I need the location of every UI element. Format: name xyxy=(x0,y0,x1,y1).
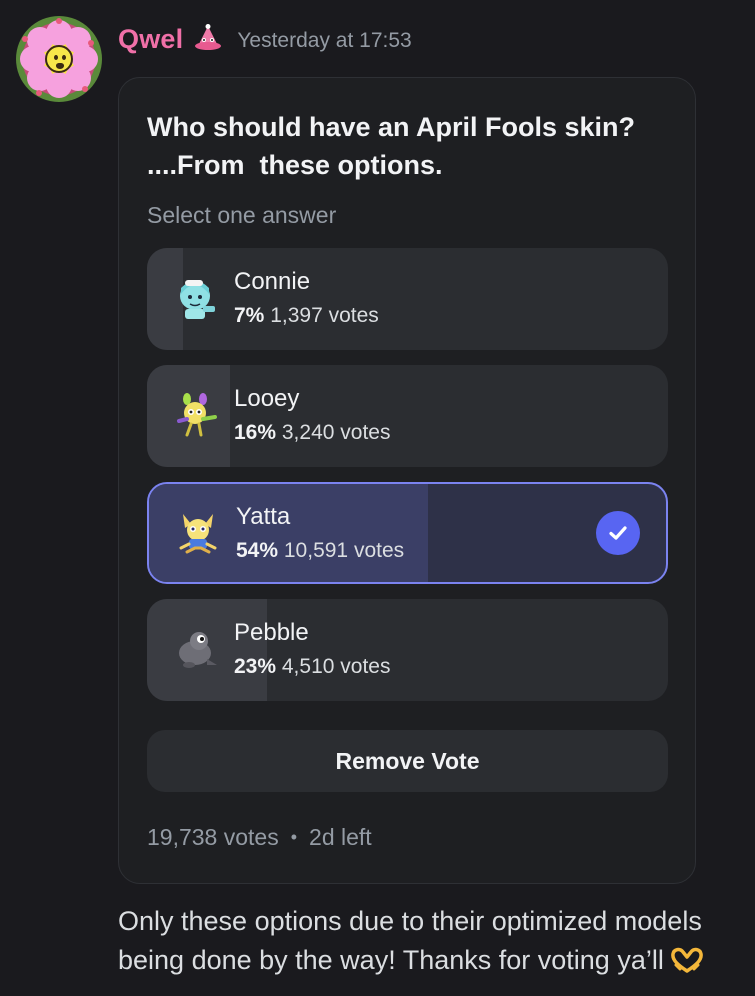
connie-emoji-icon xyxy=(173,274,221,322)
poll-option-yatta[interactable]: Yatta 54% 10,591 votes xyxy=(147,482,668,584)
selected-check-icon xyxy=(596,511,640,555)
poll-option-name: Yatta xyxy=(236,503,291,530)
poll-question-line-1: Who should have an April Fools skin? xyxy=(147,112,636,142)
poll-option-stats: 7% 1,397 votes xyxy=(234,304,379,328)
user-avatar[interactable] xyxy=(16,16,102,102)
pebble-emoji-icon xyxy=(173,625,221,673)
poll-option-votes: 3,240 votes xyxy=(281,421,391,444)
username[interactable]: Qwel xyxy=(118,24,183,55)
poll-card: Who should have an April Fools skin? ...… xyxy=(118,77,696,884)
timestamp: Yesterday at 17:53 xyxy=(237,29,412,52)
poll-option-pebble[interactable]: Pebble 23% 4,510 votes xyxy=(147,599,668,701)
poll-option-stats: 23% 4,510 votes xyxy=(234,655,390,679)
poll-time-left: 2d left xyxy=(309,824,372,850)
poll-option-name: Connie xyxy=(234,268,311,295)
poll-option-votes: 4,510 votes xyxy=(281,655,391,678)
poll-question: Who should have an April Fools skin? ...… xyxy=(147,108,667,184)
poll-total-votes[interactable]: 19,738 votes xyxy=(147,824,279,851)
poll-option-percent: 7% xyxy=(234,304,265,327)
poll-option-percent: 23% xyxy=(234,655,277,678)
flower-face-icon xyxy=(45,45,73,73)
poll-question-line-2: ....From these options. xyxy=(147,150,443,180)
remove-vote-button[interactable]: Remove Vote xyxy=(147,730,668,792)
poll-option-stats: 16% 3,240 votes xyxy=(234,421,390,445)
poll-footer-separator: • xyxy=(290,827,298,847)
poll-option-votes: 10,591 votes xyxy=(283,539,405,562)
poll-option-stats: 54% 10,591 votes xyxy=(236,539,404,563)
yatta-emoji-icon xyxy=(175,510,223,558)
poll-hint: Select one answer xyxy=(147,202,337,228)
pink-cone-badge-icon[interactable] xyxy=(193,24,223,54)
poll-option-connie[interactable]: Connie 7% 1,397 votes xyxy=(147,248,668,350)
message-content: Only these options due to their optimize… xyxy=(118,902,748,980)
message-text: Only these options due to their optimize… xyxy=(118,906,702,975)
heart-hands-emoji-icon xyxy=(670,945,704,973)
poll-option-percent: 16% xyxy=(234,421,277,444)
looey-emoji-icon xyxy=(173,391,221,439)
message-header: Qwel Yesterday at 17:53 xyxy=(118,22,412,56)
poll-option-name: Pebble xyxy=(234,619,309,646)
poll-option-votes: 1,397 votes xyxy=(270,304,379,327)
poll-option-looey[interactable]: Looey 16% 3,240 votes xyxy=(147,365,668,467)
poll-option-percent: 54% xyxy=(236,539,279,562)
chat-message: Qwel Yesterday at 17:53 Who should have … xyxy=(0,0,755,996)
poll-footer: 19,738 votes • 2d left xyxy=(147,824,372,851)
poll-option-name: Looey xyxy=(234,385,300,412)
